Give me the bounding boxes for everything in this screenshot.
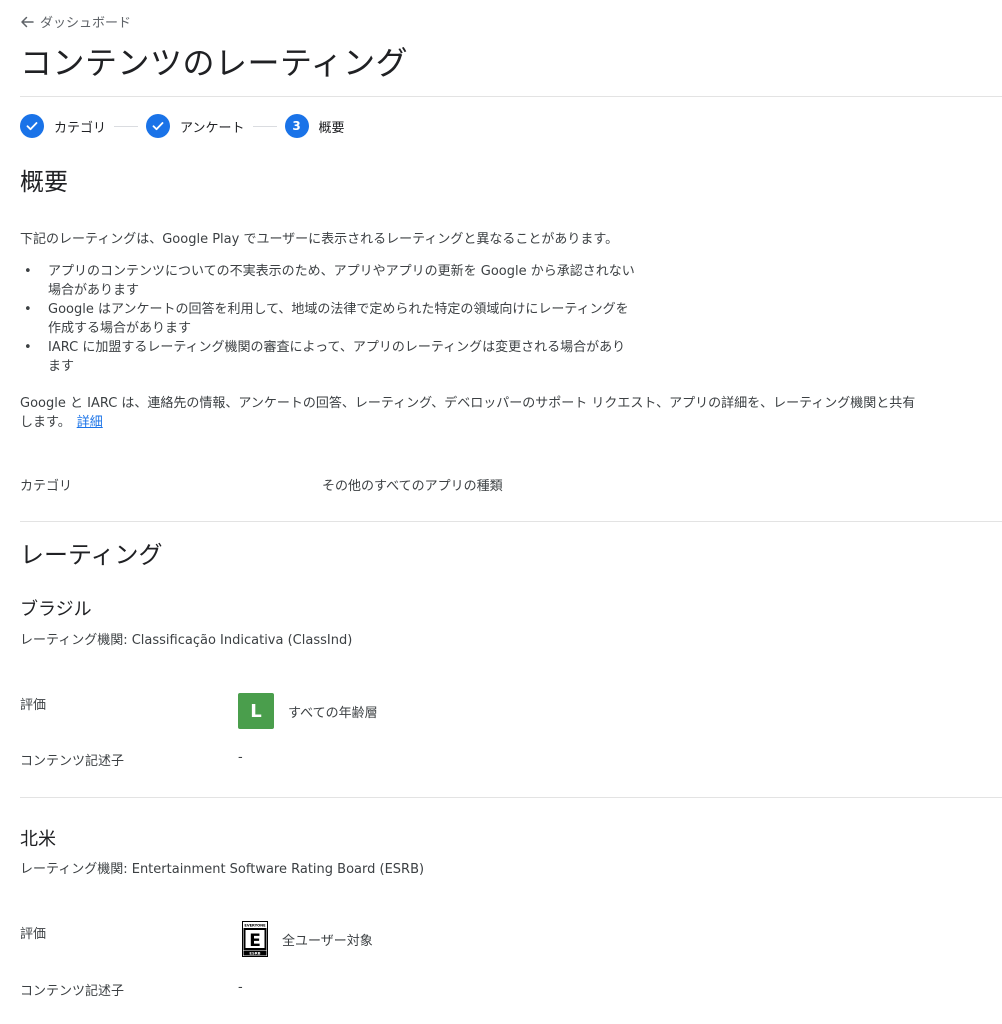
- list-item: IARC に加盟するレーティング機関の審査によって、アプリのレーティングは変更さ…: [20, 338, 638, 376]
- step-label: アンケート: [180, 120, 245, 136]
- check-icon: [20, 114, 44, 138]
- step-category[interactable]: カテゴリ: [20, 114, 106, 138]
- region-divider: [20, 797, 1002, 798]
- category-value: その他のすべてのアプリの種類: [322, 479, 503, 494]
- step-label: カテゴリ: [54, 120, 107, 136]
- descriptors-value: -: [238, 980, 243, 995]
- rating-authority-brazil: レーティング機関: Classificação Indicativa (Clas…: [20, 633, 353, 648]
- page-title: コンテンツのレーティング: [20, 44, 409, 82]
- descriptors-label: コンテンツ記述子: [20, 754, 125, 769]
- summary-intro: 下記のレーティングは、Google Play でユーザーに表示されるレーティング…: [20, 232, 619, 247]
- share-notice: Google と IARC は、連絡先の情報、アンケートの回答、レーティング、デ…: [20, 394, 920, 432]
- step-label: 概要: [318, 120, 345, 136]
- esrb-e-badge-icon: EVERYONE E ESRB: [242, 921, 268, 957]
- step-summary[interactable]: 3 概要: [284, 114, 345, 138]
- esrb-letter: E: [249, 931, 261, 951]
- header-divider: [20, 96, 1002, 97]
- rating-value-north-america: EVERYONE E ESRB 全ユーザー対象: [242, 921, 373, 957]
- rating-value-text: 全ユーザー対象: [282, 933, 373, 949]
- region-name-north-america: 北米: [20, 829, 56, 850]
- rating-value-text: すべての年齢層: [288, 705, 378, 721]
- summary-heading: 概要: [20, 168, 68, 196]
- summary-bullets: アプリのコンテンツについての不実表示のため、アプリやアプリの更新を Google…: [20, 262, 638, 376]
- step-questionnaire[interactable]: アンケート: [146, 114, 245, 138]
- list-item: アプリのコンテンツについての不実表示のため、アプリやアプリの更新を Google…: [20, 262, 638, 300]
- step-connector: [252, 125, 277, 127]
- category-label: カテゴリ: [20, 479, 73, 494]
- stepper: カテゴリ アンケート 3 概要: [20, 114, 345, 138]
- step-number: 3: [284, 114, 309, 138]
- back-to-dashboard-link[interactable]: ダッシュボード: [20, 12, 131, 31]
- list-item: Google はアンケートの回答を利用して、地域の法律で定められた特定の領域向け…: [20, 300, 638, 338]
- section-divider: [20, 521, 1002, 522]
- rating-value-brazil: L すべての年齢層: [238, 693, 378, 729]
- check-icon: [146, 114, 171, 138]
- rating-label: 評価: [20, 927, 47, 942]
- esrb-top-text: EVERYONE: [244, 924, 266, 928]
- rating-label: 評価: [20, 698, 47, 713]
- classind-l-badge-icon: L: [238, 693, 274, 729]
- rating-authority-north-america: レーティング機関: Entertainment Software Rating …: [20, 862, 425, 877]
- region-name-brazil: ブラジル: [20, 599, 92, 620]
- descriptors-label: コンテンツ記述子: [20, 984, 125, 999]
- details-link[interactable]: 詳細: [77, 415, 103, 430]
- esrb-bottom-text: ESRB: [249, 951, 260, 956]
- share-notice-text: Google と IARC は、連絡先の情報、アンケートの回答、レーティング、デ…: [20, 396, 916, 430]
- back-link-label: ダッシュボード: [40, 16, 132, 31]
- descriptors-value: -: [238, 750, 243, 765]
- ratings-heading: レーティング: [20, 541, 163, 569]
- step-connector: [114, 125, 139, 127]
- arrow-left-icon: [21, 16, 34, 27]
